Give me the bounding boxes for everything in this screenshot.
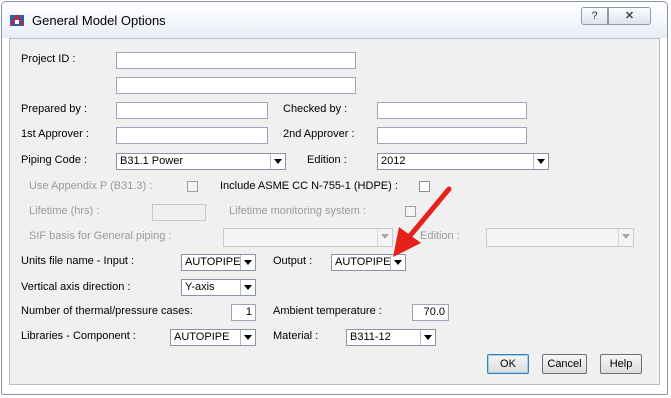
- chevron-down-icon[interactable]: [240, 280, 255, 295]
- units-output-value: AUTOPIPE: [335, 256, 391, 268]
- sif-basis-label: SIF basis for General piping :: [29, 230, 172, 242]
- help-caption-button[interactable]: ?: [581, 7, 608, 25]
- checked-by-input[interactable]: [377, 102, 527, 119]
- ambient-temp-input[interactable]: 70.0: [412, 304, 449, 321]
- second-approver-label: 2nd Approver :: [283, 128, 355, 140]
- ok-button[interactable]: OK: [487, 354, 529, 374]
- libraries-component-select[interactable]: AUTOPIPE: [170, 329, 256, 346]
- edition-label: Edition :: [307, 154, 347, 166]
- chevron-down-icon[interactable]: [240, 255, 255, 270]
- material-label: Material :: [273, 330, 319, 342]
- units-input-label: Units file name - Input :: [21, 255, 135, 267]
- lifetime-label: Lifetime (hrs) :: [29, 205, 100, 217]
- chevron-down-icon[interactable]: [240, 330, 255, 345]
- libraries-component-value: AUTOPIPE: [174, 331, 230, 343]
- prepared-by-input[interactable]: [116, 102, 268, 119]
- red-annotation-arrow-icon: [393, 186, 452, 257]
- vertical-axis-select[interactable]: Y-axis: [181, 279, 256, 296]
- cancel-button[interactable]: Cancel: [542, 354, 587, 374]
- close-button[interactable]: ✕: [608, 7, 651, 25]
- units-input-select[interactable]: AUTOPIPE: [181, 254, 256, 271]
- vertical-axis-value: Y-axis: [185, 281, 215, 293]
- checked-by-label: Checked by :: [283, 103, 348, 115]
- chevron-down-icon[interactable]: [618, 229, 633, 246]
- vertical-axis-label: Vertical axis direction :: [21, 281, 131, 293]
- chevron-down-icon[interactable]: [420, 330, 435, 345]
- sif-edition-select[interactable]: [486, 228, 634, 247]
- libraries-component-label: Libraries - Component :: [21, 330, 136, 342]
- material-select[interactable]: B311-12: [346, 329, 436, 346]
- dialog-client-area: Project ID : Prepared by : Checked by : …: [9, 38, 660, 385]
- units-output-label: Output :: [273, 255, 313, 267]
- piping-code-value: B31.1 Power: [120, 155, 183, 167]
- num-cases-input[interactable]: 1: [231, 304, 256, 321]
- first-approver-input[interactable]: [116, 127, 268, 144]
- lifetime-monitoring-label: Lifetime monitoring system :: [229, 205, 366, 217]
- material-value: B311-12: [350, 331, 391, 343]
- sif-basis-select[interactable]: [223, 228, 393, 247]
- chevron-down-icon[interactable]: [270, 154, 285, 169]
- piping-code-select[interactable]: B31.1 Power: [116, 153, 286, 170]
- second-approver-input[interactable]: [377, 127, 527, 144]
- edition-value: 2012: [381, 155, 406, 167]
- help-button[interactable]: Help: [600, 354, 642, 374]
- first-approver-label: 1st Approver :: [21, 128, 89, 140]
- lifetime-input[interactable]: [152, 204, 206, 221]
- use-appendix-p-checkbox[interactable]: [187, 181, 198, 192]
- units-input-value: AUTOPIPE: [185, 256, 241, 268]
- project-id-label: Project ID :: [21, 53, 76, 65]
- window-title: General Model Options: [32, 13, 166, 28]
- project-id-input-2[interactable]: [116, 77, 356, 94]
- project-id-input[interactable]: [116, 52, 356, 69]
- app-icon: [10, 14, 24, 26]
- piping-code-label: Piping Code :: [21, 154, 88, 166]
- dialog-window: General Model Options ? ✕ Project ID : P…: [1, 1, 668, 395]
- use-appendix-p-label: Use Appendix P (B31.3) :: [29, 180, 153, 192]
- include-asme-label: Include ASME CC N-755-1 (HDPE) :: [220, 180, 398, 192]
- chevron-down-icon[interactable]: [533, 154, 548, 169]
- num-cases-label: Number of thermal/pressure cases:: [21, 305, 193, 317]
- ambient-temp-label: Ambient temperature :: [273, 305, 382, 317]
- title-bar[interactable]: General Model Options ? ✕: [2, 2, 667, 38]
- edition-select[interactable]: 2012: [377, 153, 549, 170]
- prepared-by-label: Prepared by :: [21, 103, 88, 115]
